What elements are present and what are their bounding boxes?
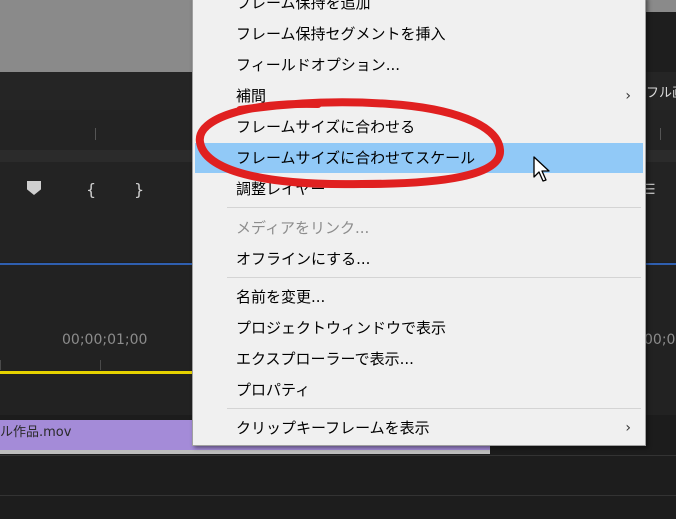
menu-separator bbox=[227, 277, 641, 278]
mark-in-icon[interactable]: { bbox=[86, 180, 96, 199]
clip-audio-strip bbox=[0, 450, 490, 454]
work-area-bar[interactable] bbox=[0, 371, 196, 374]
menu-item-adjustment-layer[interactable]: 調整レイヤー bbox=[195, 174, 643, 204]
program-monitor-preview-right bbox=[644, 0, 676, 12]
audio-track-2 bbox=[0, 495, 676, 519]
mark-out-icon[interactable]: } bbox=[134, 180, 144, 199]
audio-track-1 bbox=[0, 455, 676, 496]
clip-name: ル作品.mov bbox=[0, 425, 72, 440]
menu-item-make-offline[interactable]: オフラインにする... bbox=[195, 244, 643, 274]
timecode-label: 00;00;01;00 bbox=[62, 332, 148, 348]
menu-item-add-frame-hold[interactable]: フレーム保持を追加 bbox=[195, 0, 643, 18]
menu-item-reveal-in-project[interactable]: プロジェクトウィンドウで表示 bbox=[195, 313, 643, 343]
menu-item-rename[interactable]: 名前を変更... bbox=[195, 282, 643, 312]
menu-item-link-media: メディアをリンク... bbox=[236, 219, 370, 237]
panel-label-right: フル画 bbox=[646, 86, 676, 101]
menu-item-interpolation[interactable]: 補間 › bbox=[195, 81, 643, 111]
menu-item-scale-to-frame-size[interactable]: フレームサイズに合わせてスケール bbox=[195, 143, 643, 173]
submenu-arrow-icon: › bbox=[625, 420, 631, 436]
mouse-cursor-icon bbox=[533, 156, 550, 182]
menu-item-field-options[interactable]: フィールドオプション... bbox=[195, 50, 643, 80]
menu-separator bbox=[227, 207, 641, 208]
menu-item-set-to-frame-size[interactable]: フレームサイズに合わせる bbox=[195, 112, 643, 142]
menu-item-insert-frame-hold-segment[interactable]: フレーム保持セグメントを挿入 bbox=[195, 19, 643, 49]
program-monitor-preview bbox=[0, 0, 192, 72]
submenu-arrow-icon: › bbox=[625, 88, 631, 104]
menu-item-properties[interactable]: プロパティ bbox=[195, 375, 643, 405]
menu-item-show-clip-keyframes[interactable]: クリップキーフレームを表示 › bbox=[195, 413, 643, 443]
timecode-label-right: 00;0 bbox=[644, 332, 676, 348]
menu-item-reveal-in-explorer[interactable]: エクスプローラーで表示... bbox=[195, 344, 643, 374]
clip-context-menu: フレーム保持を追加 フレーム保持セグメントを挿入 フィールドオプション... 補… bbox=[192, 0, 646, 446]
menu-separator bbox=[227, 408, 641, 409]
